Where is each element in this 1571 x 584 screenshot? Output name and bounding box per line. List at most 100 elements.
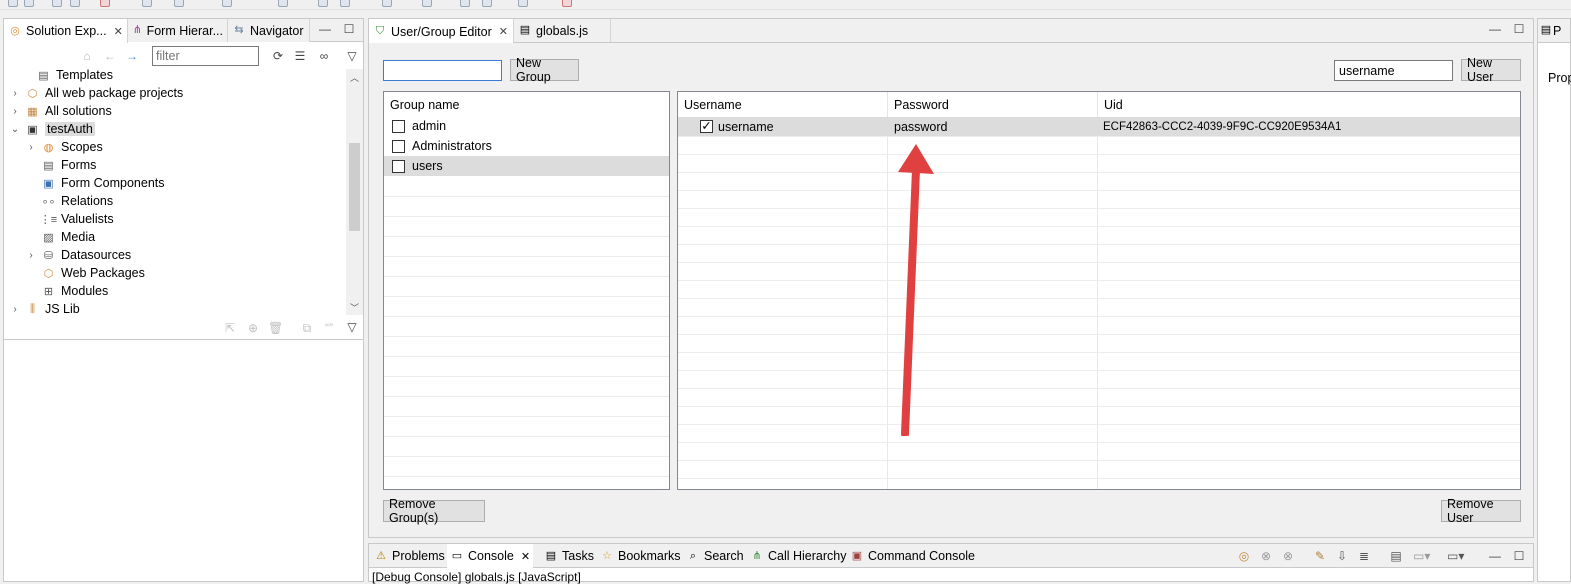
pin-console-icon[interactable]: ▤ — [1389, 549, 1403, 563]
group-checkbox[interactable] — [392, 159, 405, 173]
tab-form-hierarchy[interactable]: ⋔ Form Hierar... — [128, 19, 228, 42]
scroll-lock-icon[interactable]: ⇩ — [1335, 549, 1349, 563]
minimize-icon[interactable]: — — [1488, 549, 1502, 563]
expand-icon[interactable]: › — [26, 250, 36, 261]
tree-item-web-packages[interactable]: ⬡ Web Packages — [41, 264, 145, 282]
tree-item-web-packages-projects[interactable]: › ⬡ All web package projects — [10, 84, 183, 102]
toolbar-button-icon[interactable] — [52, 0, 62, 7]
remove-launch-icon[interactable]: ⊗ — [1259, 549, 1273, 563]
tab-user-group-editor[interactable]: ⛉ User/Group Editor ✕ — [369, 19, 514, 44]
collapse-icon[interactable]: ⌄ — [10, 124, 20, 135]
tab-solution-explorer[interactable]: ◎ Solution Exp... ✕ — [4, 19, 128, 43]
word-wrap-icon[interactable]: ≣ — [1357, 549, 1371, 563]
filter-input[interactable] — [152, 46, 259, 66]
tab-tasks[interactable]: ▤ Tasks — [541, 544, 597, 568]
tree-item-valuelists[interactable]: ⋮≡ Valuelists — [40, 210, 114, 228]
remove-groups-button[interactable]: Remove Group(s) — [383, 497, 485, 525]
properties-tab[interactable]: ▤ P — [1538, 19, 1570, 43]
toolbar-button-icon[interactable] — [382, 0, 392, 7]
maximize-icon[interactable]: ☐ — [1512, 22, 1526, 36]
maximize-icon[interactable]: ☐ — [342, 22, 356, 36]
tab-console[interactable]: ▭ Console ✕ — [447, 544, 534, 568]
user-uid[interactable]: ECF42863-CCC2-4039-9F9C-CC920E9534A1 — [1103, 117, 1341, 136]
scroll-down-icon[interactable]: ﹀ — [349, 301, 360, 313]
link-icon[interactable]: ∞ — [317, 49, 331, 63]
toolbar-button-icon[interactable] — [482, 0, 492, 7]
tree-item-scopes[interactable]: › ◍ Scopes — [26, 138, 102, 156]
close-icon[interactable]: ✕ — [114, 25, 123, 38]
toolbar-button-icon[interactable] — [8, 0, 18, 7]
expand-icon[interactable]: › — [10, 106, 20, 117]
toolbar-button-icon[interactable] — [318, 0, 328, 7]
display-console-icon[interactable]: ▭▾ — [1413, 549, 1430, 563]
tree-item-forms[interactable]: ▤ Forms — [41, 156, 96, 174]
user-password[interactable]: password — [894, 117, 948, 136]
password-header[interactable]: Password — [888, 92, 1098, 117]
minimize-icon[interactable]: — — [1488, 22, 1502, 36]
move-icon[interactable]: ⇱ — [223, 321, 237, 335]
toolbar-button-icon[interactable] — [100, 0, 110, 7]
close-icon[interactable]: ✕ — [521, 550, 530, 563]
back-icon[interactable]: ← — [103, 49, 117, 63]
tree-item-js-lib[interactable]: › ⫼ JS Lib — [10, 300, 79, 315]
group-row-admin[interactable]: admin — [384, 116, 669, 136]
close-icon[interactable]: ✕ — [499, 25, 508, 38]
uid-header[interactable]: Uid — [1098, 92, 1520, 117]
forward-icon[interactable]: → — [125, 49, 139, 63]
new-user-button[interactable]: New User — [1461, 56, 1521, 84]
user-username[interactable]: username — [718, 117, 774, 136]
toolbar-button-icon[interactable] — [518, 0, 528, 7]
open-console-icon[interactable]: ▭▾ — [1447, 549, 1464, 563]
toolbar-button-icon[interactable] — [460, 0, 470, 7]
scrollbar-thumb[interactable] — [349, 143, 360, 231]
group-checkbox[interactable] — [392, 139, 405, 153]
expand-icon[interactable]: › — [10, 304, 20, 315]
tree-item-form-components[interactable]: ▣ Form Components — [41, 174, 164, 192]
scroll-up-icon[interactable]: ︿ — [349, 71, 360, 83]
copy-icon[interactable]: ⧉ — [300, 321, 314, 335]
view-menu-icon[interactable]: ▽ — [345, 320, 359, 334]
maximize-icon[interactable]: ☐ — [1512, 549, 1526, 563]
remove-all-icon[interactable]: ⊗ — [1281, 549, 1295, 563]
group-row-administrators[interactable]: Administrators — [384, 136, 669, 156]
tab-globals-js[interactable]: ▤ globals.js — [514, 19, 611, 42]
terminate-icon[interactable]: ◎ — [1237, 549, 1251, 563]
tree-item-datasources[interactable]: › ⛁ Datasources — [26, 246, 131, 264]
tab-command-console[interactable]: ▣ Command Console — [847, 544, 978, 568]
expand-icon[interactable]: › — [26, 142, 36, 153]
delete-icon[interactable]: 🗑 — [268, 321, 283, 335]
tree-item-relations[interactable]: ∘∘ Relations — [41, 192, 114, 210]
tree-item-modules[interactable]: ⊞ Modules — [41, 282, 108, 300]
minimize-icon[interactable]: — — [318, 22, 332, 36]
group-checkbox[interactable] — [392, 119, 405, 133]
add-icon[interactable]: ⊕ — [246, 321, 260, 335]
toolbar-button-icon[interactable] — [278, 0, 288, 7]
remove-user-button[interactable]: Remove User — [1441, 497, 1521, 525]
username-header[interactable]: Username — [678, 92, 888, 117]
tab-bookmarks[interactable]: ☆ Bookmarks — [597, 544, 684, 568]
tree-item-all-solutions[interactable]: › ▦ All solutions — [10, 102, 111, 120]
collapse-all-icon[interactable]: ☰ — [293, 49, 307, 63]
toolbar-button-icon[interactable] — [562, 0, 572, 7]
toolbar-button-icon[interactable] — [174, 0, 184, 7]
tab-problems[interactable]: ⚠ Problems — [371, 544, 448, 568]
view-menu-icon[interactable]: ▽ — [345, 49, 359, 63]
toolbar-button-icon[interactable] — [24, 0, 34, 7]
clear-console-icon[interactable]: ✎ — [1313, 549, 1327, 563]
tab-navigator[interactable]: ⇆ Navigator — [228, 19, 310, 42]
toolbar-button-icon[interactable] — [142, 0, 152, 7]
toolbar-button-icon[interactable] — [340, 0, 350, 7]
toolbar-button-icon[interactable] — [222, 0, 232, 7]
rename-icon[interactable]: “” — [322, 321, 336, 335]
toolbar-button-icon[interactable] — [70, 0, 80, 7]
new-group-button[interactable]: New Group — [510, 56, 579, 84]
group-name-input[interactable] — [383, 60, 502, 81]
tree-item-media[interactable]: ▨ Media — [41, 228, 95, 246]
tab-search[interactable]: ⌕ Search — [683, 544, 747, 568]
refresh-icon[interactable]: ⟳ — [271, 49, 285, 63]
username-input[interactable] — [1334, 60, 1453, 81]
tab-call-hierarchy[interactable]: ⋔ Call Hierarchy — [747, 544, 850, 568]
toolbar-button-icon[interactable] — [422, 0, 432, 7]
group-row-users[interactable]: users — [384, 156, 669, 176]
home-icon[interactable]: ⌂ — [80, 49, 94, 63]
